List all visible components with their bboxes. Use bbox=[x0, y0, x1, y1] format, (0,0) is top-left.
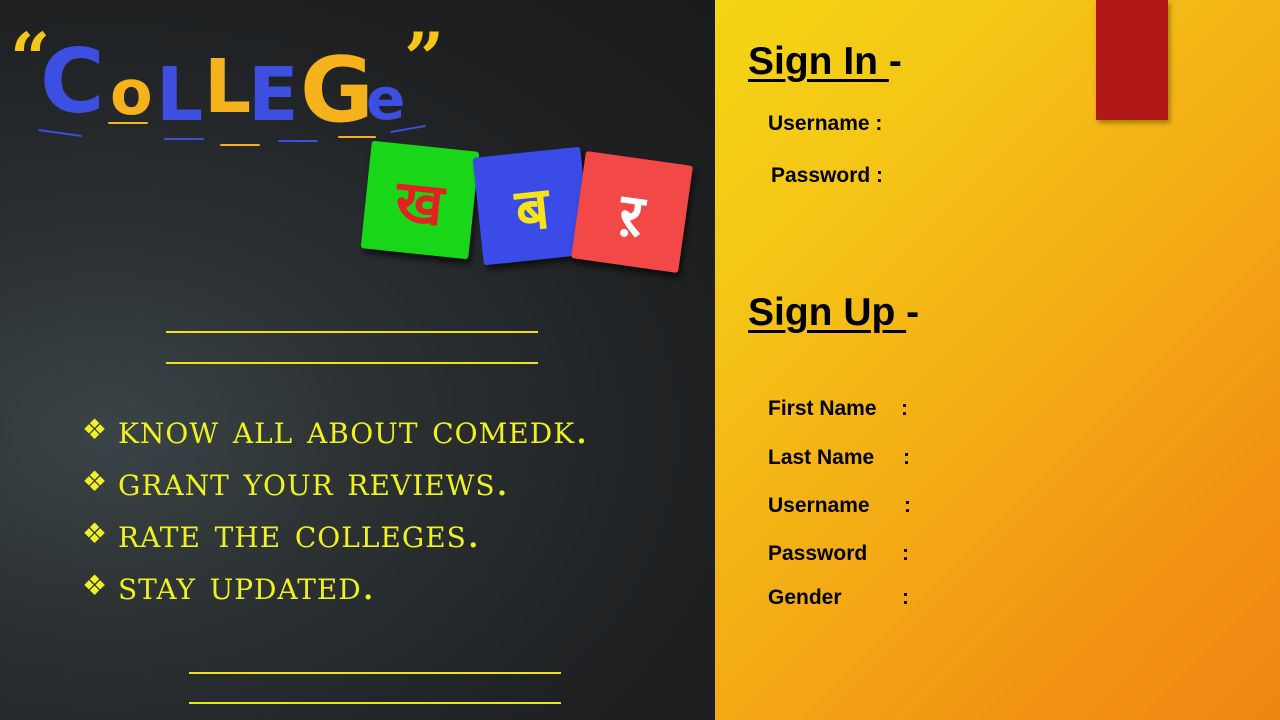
sign-in-username-label[interactable]: Username : bbox=[768, 112, 882, 136]
feature-list: ❖ Know all about ComedK. ❖ Grant your re… bbox=[82, 404, 642, 612]
logo-letter: L bbox=[204, 44, 252, 130]
feature-item: ❖ Grant your reviews. bbox=[82, 456, 642, 508]
logo-dash bbox=[108, 122, 148, 124]
sign-up-password-label[interactable]: Password bbox=[768, 542, 867, 566]
college-logo: “ C o L L E G e ” bbox=[8, 18, 448, 158]
first-name-colon: : bbox=[901, 397, 908, 420]
divider-line bbox=[189, 672, 561, 674]
logo-letter: o bbox=[110, 56, 153, 129]
right-panel: Sign In - Username : Password : Sign Up … bbox=[715, 0, 1280, 720]
bookmark-ribbon bbox=[1096, 0, 1168, 120]
sign-up-dash: - bbox=[906, 291, 920, 334]
diamond-bullet-icon: ❖ bbox=[82, 517, 109, 550]
logo-dash bbox=[164, 138, 204, 140]
feature-item: ❖ Rate the colleges. bbox=[82, 508, 642, 560]
sign-in-dash: - bbox=[888, 40, 902, 83]
divider-line bbox=[189, 702, 561, 704]
hindi-char: ऱ bbox=[615, 179, 649, 250]
logo-close-quote: ” bbox=[404, 17, 445, 100]
sign-up-password-colon: : bbox=[902, 542, 909, 565]
hindi-char: ख bbox=[392, 166, 447, 239]
sign-in-password-label[interactable]: Password : bbox=[771, 164, 883, 188]
left-panel: “ C o L L E G e ” ख ब ऱ ❖ Know all about… bbox=[0, 0, 715, 720]
first-name-label[interactable]: First Name bbox=[768, 397, 877, 421]
logo-dash bbox=[338, 136, 376, 138]
hindi-char: ब bbox=[512, 172, 553, 245]
last-name-label[interactable]: Last Name bbox=[768, 446, 874, 470]
sign-up-username-label[interactable]: Username bbox=[768, 494, 870, 518]
sign-up-title: Sign Up bbox=[748, 291, 907, 334]
logo-letter: G bbox=[300, 38, 374, 143]
sign-in-title: Sign In bbox=[748, 40, 889, 83]
logo-dash bbox=[278, 140, 318, 142]
feature-text: Grant your reviews. bbox=[118, 459, 510, 505]
last-name-colon: : bbox=[903, 446, 910, 469]
logo-dash bbox=[220, 144, 260, 146]
gender-colon: : bbox=[902, 586, 909, 609]
logo-letter: L bbox=[156, 52, 204, 138]
sign-in-heading: Sign In - bbox=[748, 40, 902, 84]
diamond-bullet-icon: ❖ bbox=[82, 569, 109, 602]
hindi-tile-ra: ऱ bbox=[571, 151, 693, 273]
logo-letter: e bbox=[366, 65, 406, 133]
diamond-bullet-icon: ❖ bbox=[82, 465, 109, 498]
feature-item: ❖ Know all about ComedK. bbox=[82, 404, 642, 456]
feature-item: ❖ Stay updated. bbox=[82, 560, 642, 612]
gender-label[interactable]: Gender bbox=[768, 586, 842, 610]
feature-text: Know all about ComedK. bbox=[118, 407, 589, 453]
feature-text: Rate the colleges. bbox=[118, 511, 481, 557]
feature-text: Stay updated. bbox=[118, 563, 376, 609]
sign-up-username-colon: : bbox=[904, 494, 911, 517]
logo-letter: E bbox=[248, 52, 299, 138]
diamond-bullet-icon: ❖ bbox=[82, 413, 109, 446]
hindi-tile-kha: ख bbox=[360, 140, 480, 260]
sign-up-heading: Sign Up - bbox=[748, 291, 919, 335]
divider-line bbox=[166, 362, 538, 364]
logo-letter: C bbox=[40, 30, 105, 133]
divider-line bbox=[166, 331, 538, 333]
